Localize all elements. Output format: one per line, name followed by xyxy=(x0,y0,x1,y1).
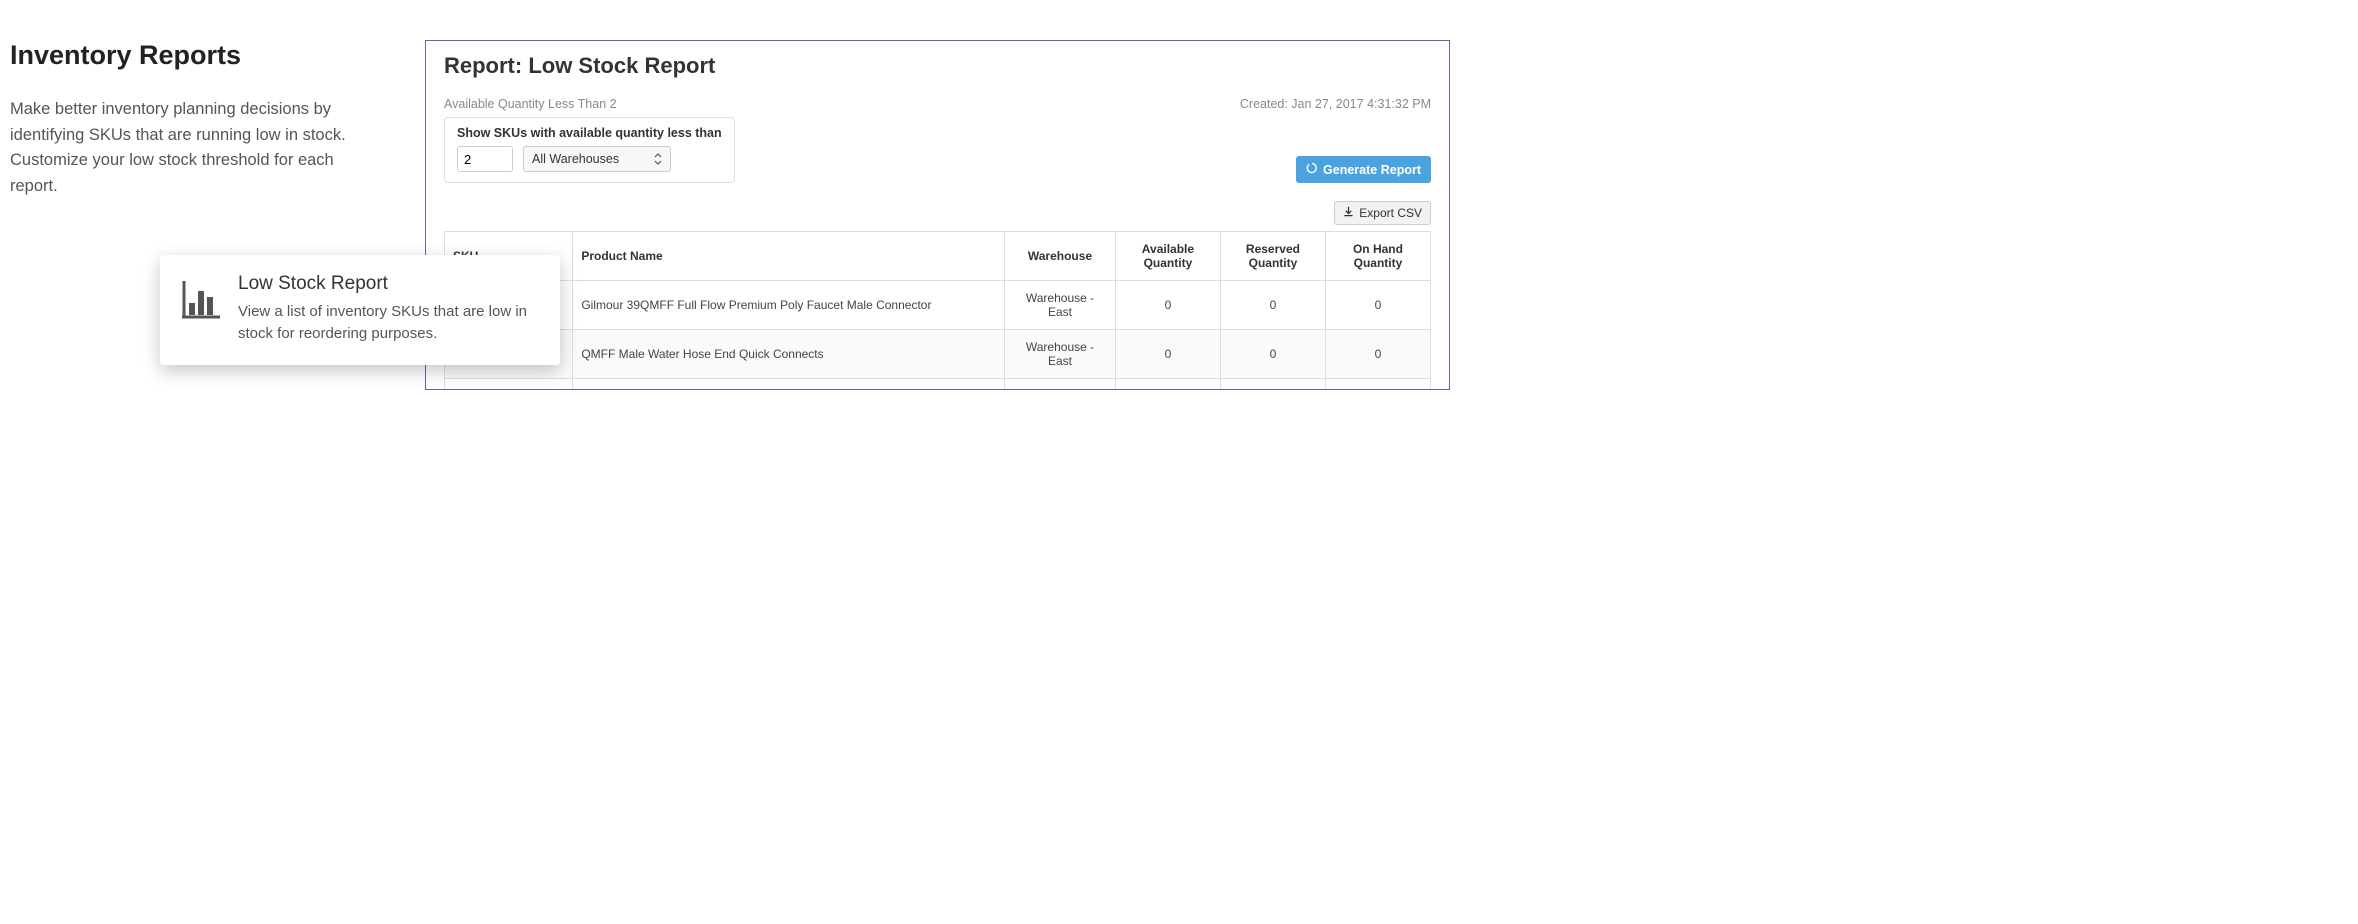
generate-report-label: Generate Report xyxy=(1323,163,1421,177)
cell-product: t xyxy=(573,379,1005,391)
controls-label: Show SKUs with available quantity less t… xyxy=(457,126,722,140)
refresh-icon xyxy=(1306,162,1318,177)
data-table: SKU Product Name Warehouse Available Qua… xyxy=(444,231,1431,390)
cell-available: 0 xyxy=(1115,379,1220,391)
cell-available: 0 xyxy=(1115,281,1220,330)
export-csv-button[interactable]: Export CSV xyxy=(1334,201,1431,225)
select-caret-icon xyxy=(654,153,662,165)
download-icon xyxy=(1343,206,1354,220)
export-row: Export CSV xyxy=(444,201,1431,225)
cell-reserved: 0 xyxy=(1220,281,1325,330)
table-row: QMFF Male Water Hose End Quick Connects … xyxy=(445,330,1431,379)
qty-input[interactable] xyxy=(457,146,513,172)
col-header-available[interactable]: Available Quantity xyxy=(1115,232,1220,281)
cell-reserved: 0 xyxy=(1220,330,1325,379)
report-created: Created: Jan 27, 2017 4:31:32 PM xyxy=(1240,97,1431,111)
bar-chart-icon xyxy=(178,277,222,321)
cell-onhand: 0 xyxy=(1325,379,1430,391)
generate-report-button[interactable]: Generate Report xyxy=(1296,156,1431,183)
page-title: Inventory Reports xyxy=(10,40,370,71)
cell-sku xyxy=(445,379,573,391)
cell-warehouse: Warehouse - East xyxy=(1005,281,1116,330)
table-row: t Warehouse - East 0 0 0 xyxy=(445,379,1431,391)
table-row: JL-39QMFF-xxx Gilmour 39QMFF Full Flow P… xyxy=(445,281,1431,330)
report-subhead-row: Available Quantity Less Than 2 Created: … xyxy=(444,97,1431,111)
col-header-warehouse[interactable]: Warehouse xyxy=(1005,232,1116,281)
report-panel: Report: Low Stock Report Available Quant… xyxy=(425,40,1450,390)
cell-product: QMFF Male Water Hose End Quick Connects xyxy=(573,330,1005,379)
col-header-reserved[interactable]: Reserved Quantity xyxy=(1220,232,1325,281)
card-title: Low Stock Report xyxy=(238,273,538,295)
report-title: Report: Low Stock Report xyxy=(444,53,1431,79)
page-description: Make better inventory planning decisions… xyxy=(10,97,370,199)
card-text: Low Stock Report View a list of inventor… xyxy=(238,273,538,345)
cell-available: 0 xyxy=(1115,330,1220,379)
report-card[interactable]: Low Stock Report View a list of inventor… xyxy=(160,255,560,365)
cell-warehouse: Warehouse - East xyxy=(1005,330,1116,379)
controls-row: Show SKUs with available quantity less t… xyxy=(444,117,1431,183)
table-header-row: SKU Product Name Warehouse Available Qua… xyxy=(445,232,1431,281)
col-header-product[interactable]: Product Name xyxy=(573,232,1005,281)
report-subheading: Available Quantity Less Than 2 xyxy=(444,97,617,111)
cell-onhand: 0 xyxy=(1325,330,1430,379)
left-column: Inventory Reports Make better inventory … xyxy=(10,40,370,199)
cell-product: Gilmour 39QMFF Full Flow Premium Poly Fa… xyxy=(573,281,1005,330)
cell-reserved: 0 xyxy=(1220,379,1325,391)
export-csv-label: Export CSV xyxy=(1359,206,1422,220)
controls-box: Show SKUs with available quantity less t… xyxy=(444,117,735,183)
controls-inputs: All Warehouses xyxy=(457,146,722,172)
warehouse-selected-label: All Warehouses xyxy=(532,152,619,166)
cell-onhand: 0 xyxy=(1325,281,1430,330)
card-description: View a list of inventory SKUs that are l… xyxy=(238,301,538,345)
cell-warehouse: Warehouse - East xyxy=(1005,379,1116,391)
warehouse-select[interactable]: All Warehouses xyxy=(523,146,671,172)
col-header-onhand[interactable]: On Hand Quantity xyxy=(1325,232,1430,281)
